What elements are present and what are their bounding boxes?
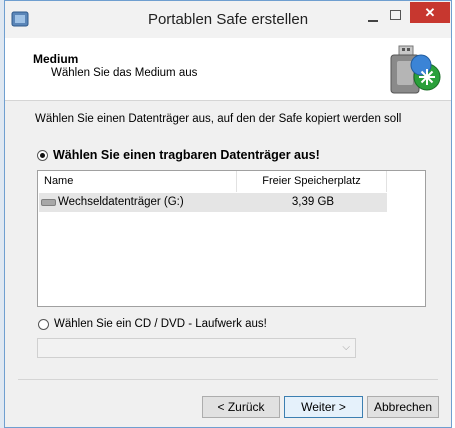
minimize-icon[interactable] <box>364 12 382 24</box>
removable-drive-radio[interactable] <box>37 150 48 161</box>
back-button[interactable]: < Zurück <box>202 396 280 418</box>
header-title: Medium <box>33 52 79 66</box>
window-title: Portablen Safe erstellen <box>147 11 309 28</box>
drive-list-row[interactable]: Wechseldatenträger (G:) 3,39 GB <box>39 193 387 212</box>
usb-drive-with-star-icon <box>390 45 441 94</box>
column-header-name[interactable]: Name <box>38 171 237 192</box>
drive-name: Wechseldatenträger (G:) <box>58 196 184 208</box>
chevron-down-icon: ⌵ <box>342 342 350 353</box>
cd-drive-select[interactable]: ⌵ <box>37 338 356 358</box>
next-button[interactable]: Weiter > <box>284 396 363 418</box>
removable-drive-option-label[interactable]: Wählen Sie einen tragbaren Datenträger a… <box>53 148 320 162</box>
drive-list[interactable]: Name Freier Speicherplatz Wechseldatentr… <box>37 170 426 307</box>
cd-dvd-radio[interactable] <box>38 319 49 330</box>
removable-drive-icon <box>41 199 56 206</box>
title-bar: Portablen Safe erstellen ✕ <box>5 1 451 38</box>
cd-dvd-option-label[interactable]: Wählen Sie ein CD / DVD - Laufwerk aus! <box>54 318 267 330</box>
instruction-text: Wählen Sie einen Datenträger aus, auf de… <box>35 113 402 125</box>
maximize-icon[interactable] <box>386 7 404 23</box>
drive-free-space: 3,39 GB <box>291 196 335 208</box>
header-subtitle: Wählen Sie das Medium aus <box>51 67 198 79</box>
column-header-free-space[interactable]: Freier Speicherplatz <box>237 171 387 192</box>
close-button[interactable]: ✕ <box>410 2 450 23</box>
footer-divider <box>18 379 438 380</box>
cancel-button[interactable]: Abbrechen <box>367 396 439 418</box>
